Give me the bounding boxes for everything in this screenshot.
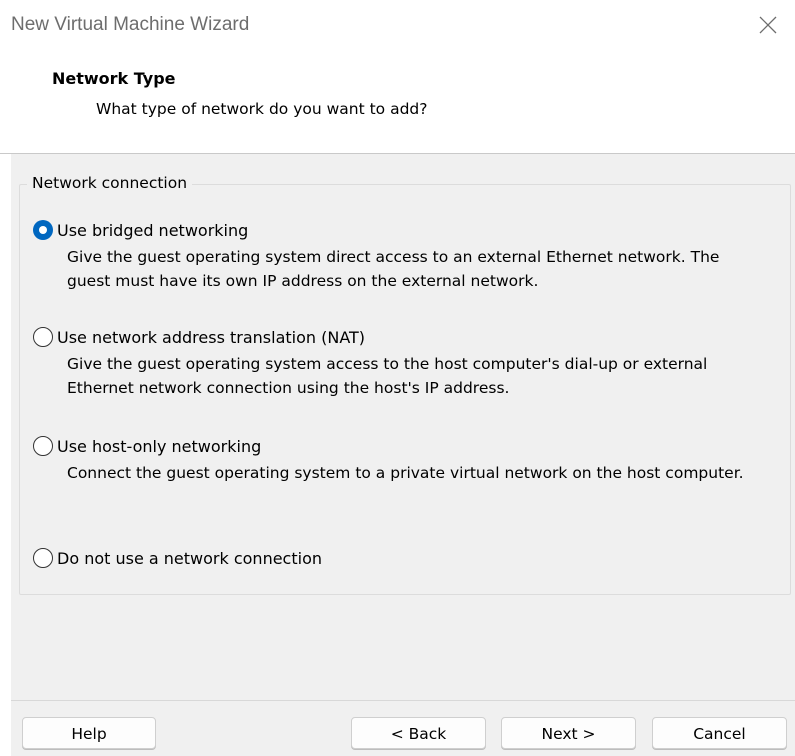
- window-title: New Virtual Machine Wizard: [11, 14, 250, 35]
- radio-button[interactable]: [33, 327, 53, 347]
- next-button[interactable]: Next >: [501, 717, 636, 749]
- option-description: Give the guest operating system direct a…: [67, 248, 720, 290]
- wizard-footer: Help < Back Next > Cancel: [11, 701, 795, 756]
- option-label[interactable]: Use host-only networking: [57, 437, 261, 456]
- option-description: Give the guest operating system access t…: [67, 355, 708, 397]
- radio-no-network[interactable]: Do not use a network connection: [33, 546, 783, 570]
- help-button[interactable]: Help: [22, 717, 156, 749]
- radio-button[interactable]: [33, 548, 53, 568]
- close-icon: [759, 16, 777, 34]
- radio-nat[interactable]: Use network address translation (NAT): [33, 325, 783, 349]
- option-bridged: Use bridged networking Give the guest op…: [33, 218, 783, 293]
- radio-host-only[interactable]: Use host-only networking: [33, 434, 783, 458]
- title-bar: New Virtual Machine Wizard: [0, 0, 795, 52]
- option-nat: Use network address translation (NAT) Gi…: [33, 325, 783, 400]
- radio-button-checked[interactable]: [33, 220, 53, 240]
- cancel-button[interactable]: Cancel: [652, 717, 787, 749]
- radio-button[interactable]: [33, 436, 53, 456]
- back-button[interactable]: < Back: [351, 717, 486, 749]
- option-label[interactable]: Use network address translation (NAT): [57, 328, 365, 347]
- option-label[interactable]: Use bridged networking: [57, 221, 248, 240]
- wizard-body: Network connection Use bridged networkin…: [11, 154, 795, 700]
- wizard-window: New Virtual Machine Wizard Network Type …: [0, 0, 795, 756]
- radio-bridged[interactable]: Use bridged networking: [33, 218, 783, 242]
- option-host-only: Use host-only networking Connect the gue…: [33, 434, 783, 485]
- group-legend: Network connection: [27, 174, 193, 192]
- close-button[interactable]: [735, 0, 795, 52]
- option-label[interactable]: Do not use a network connection: [57, 549, 322, 568]
- page-subtitle: What type of network do you want to add?: [96, 100, 428, 118]
- page-title: Network Type: [52, 69, 176, 88]
- option-description: Connect the guest operating system to a …: [67, 464, 744, 482]
- wizard-header: Network Type What type of network do you…: [0, 52, 795, 153]
- option-no-network: Do not use a network connection: [33, 546, 783, 570]
